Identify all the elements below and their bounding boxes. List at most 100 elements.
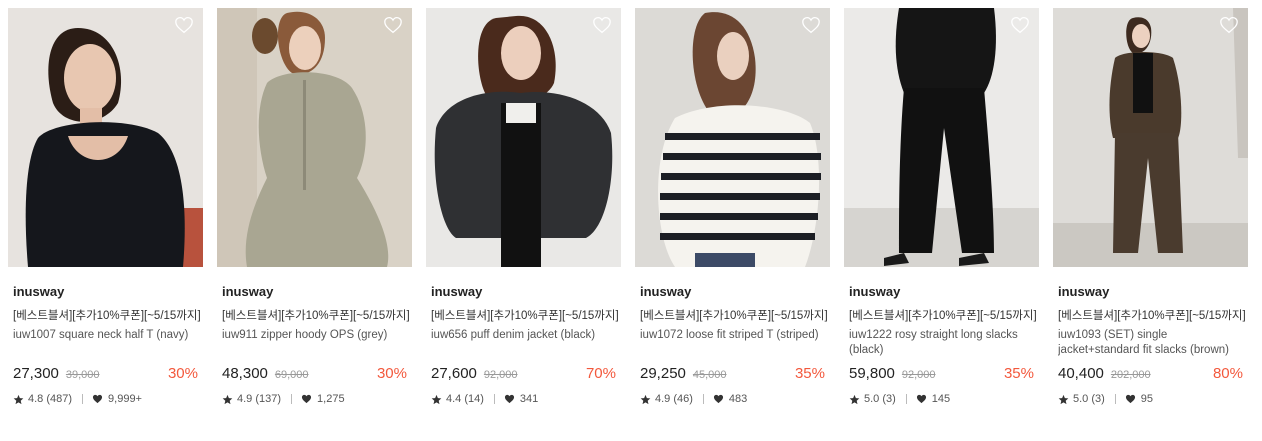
price-row: 29,250 45,000 35%	[640, 365, 825, 385]
heart-outline-icon[interactable]	[1219, 16, 1239, 34]
discount-rate: 35%	[1003, 365, 1034, 382]
like-count: 95	[1140, 393, 1154, 405]
divider	[905, 394, 907, 404]
sale-price: 59,800	[849, 365, 895, 382]
brand-name[interactable]: inusway	[1058, 284, 1248, 300]
product-name[interactable]: iuw1222 rosy straight long slacks (black…	[849, 328, 1035, 359]
star-icon	[13, 394, 24, 404]
product-image[interactable]	[635, 8, 830, 267]
rating-row: 4.8 (487) 9,999+	[13, 391, 203, 407]
product-card[interactable]: inusway [베스트블셔][추가10%쿠폰][~5/15까지] iuw107…	[635, 8, 830, 407]
heart-filled-icon	[92, 394, 103, 404]
product-grid: inusway [베스트블셔][추가10%쿠폰][~5/15까지] iuw100…	[8, 8, 1248, 407]
brand-name[interactable]: inusway	[222, 284, 412, 300]
rating-row: 4.9 (46) 483	[640, 391, 830, 407]
product-image[interactable]	[8, 8, 203, 267]
heart-outline-icon[interactable]	[1010, 16, 1030, 34]
like-count: 483	[728, 393, 748, 405]
price-row: 59,800 92,000 35%	[849, 365, 1034, 385]
like-count: 145	[931, 393, 951, 405]
rating-value: 5.0 (3)	[1073, 393, 1105, 405]
heart-filled-icon	[301, 394, 312, 404]
divider	[1114, 394, 1116, 404]
product-card[interactable]: inusway [베스트블셔][추가10%쿠폰][~5/15까지] iuw911…	[217, 8, 412, 407]
like-count: 1,275	[317, 393, 345, 405]
brand-name[interactable]: inusway	[431, 284, 621, 300]
model-photo	[8, 8, 203, 267]
model-photo	[1053, 8, 1248, 267]
heart-filled-icon	[1125, 394, 1135, 404]
original-price: 92,000	[483, 369, 518, 381]
promo-text[interactable]: [베스트블셔][추가10%쿠폰][~5/15까지]	[431, 309, 619, 324]
discount-rate: 30%	[167, 365, 198, 382]
heart-outline-icon[interactable]	[174, 16, 194, 34]
discount-rate: 80%	[1212, 365, 1243, 382]
price-row: 27,600 92,000 70%	[431, 365, 616, 385]
divider	[82, 394, 84, 404]
brand-name[interactable]: inusway	[640, 284, 830, 300]
discount-rate: 30%	[376, 365, 407, 382]
rating-row: 4.9 (137) 1,275	[222, 391, 412, 407]
model-photo	[217, 8, 412, 267]
product-name[interactable]: iuw911 zipper hoody OPS (grey)	[222, 328, 408, 359]
product-image[interactable]	[844, 8, 1039, 267]
star-icon	[222, 394, 233, 404]
promo-text[interactable]: [베스트블셔][추가10%쿠폰][~5/15까지]	[13, 309, 201, 324]
product-image[interactable]	[426, 8, 621, 267]
product-name[interactable]: iuw1093 (SET) single jacket+standard fit…	[1058, 328, 1244, 359]
rating-value: 4.9 (46)	[655, 393, 693, 405]
discount-rate: 35%	[794, 365, 825, 382]
product-card[interactable]: inusway [베스트블셔][추가10%쿠폰][~5/15까지] iuw656…	[426, 8, 621, 407]
divider	[493, 394, 495, 404]
model-photo	[635, 8, 830, 267]
sale-price: 40,400	[1058, 365, 1104, 382]
original-price: 45,000	[692, 369, 727, 381]
promo-text[interactable]: [베스트블셔][추가10%쿠폰][~5/15까지]	[222, 309, 410, 324]
product-card[interactable]: inusway [베스트블셔][추가10%쿠폰][~5/15까지] iuw122…	[844, 8, 1039, 407]
discount-rate: 70%	[585, 365, 616, 382]
product-image[interactable]	[1053, 8, 1248, 267]
sale-price: 27,300	[13, 365, 59, 382]
original-price: 92,000	[901, 369, 936, 381]
product-name[interactable]: iuw656 puff denim jacket (black)	[431, 328, 617, 359]
rating-value: 4.8 (487)	[28, 393, 73, 405]
product-name[interactable]: iuw1007 square neck half T (navy)	[13, 328, 199, 359]
sale-price: 29,250	[640, 365, 686, 382]
promo-text[interactable]: [베스트블셔][추가10%쿠폰][~5/15까지]	[849, 309, 1037, 324]
promo-text[interactable]: [베스트블셔][추가10%쿠폰][~5/15까지]	[640, 309, 828, 324]
star-icon	[640, 394, 651, 404]
price-row: 48,300 69,000 30%	[222, 365, 407, 385]
heart-outline-icon[interactable]	[383, 16, 403, 34]
heart-filled-icon	[713, 394, 723, 404]
sale-price: 48,300	[222, 365, 268, 382]
heart-outline-icon[interactable]	[801, 16, 821, 34]
rating-value: 4.4 (14)	[446, 393, 484, 405]
brand-name[interactable]: inusway	[849, 284, 1039, 300]
like-count: 341	[519, 393, 539, 405]
star-icon	[431, 394, 442, 404]
brand-name[interactable]: inusway	[13, 284, 203, 300]
product-image[interactable]	[217, 8, 412, 267]
heart-outline-icon[interactable]	[592, 16, 612, 34]
divider	[702, 394, 704, 404]
rating-row: 5.0 (3) 145	[849, 391, 1039, 407]
divider	[291, 394, 293, 404]
rating-value: 4.9 (137)	[237, 393, 282, 405]
price-row: 40,400 202,000 80%	[1058, 365, 1243, 385]
product-card[interactable]: inusway [베스트블셔][추가10%쿠폰][~5/15까지] iuw100…	[8, 8, 203, 407]
price-row: 27,300 39,000 30%	[13, 365, 198, 385]
rating-row: 4.4 (14) 341	[431, 391, 621, 407]
original-price: 69,000	[274, 369, 309, 381]
sale-price: 27,600	[431, 365, 477, 382]
rating-row: 5.0 (3) 95	[1058, 391, 1248, 407]
rating-value: 5.0 (3)	[864, 393, 896, 405]
original-price: 39,000	[65, 369, 100, 381]
model-photo	[426, 8, 621, 267]
promo-text[interactable]: [베스트블셔][추가10%쿠폰][~5/15까지]	[1058, 309, 1246, 324]
product-card[interactable]: inusway [베스트블셔][추가10%쿠폰][~5/15까지] iuw109…	[1053, 8, 1248, 407]
product-name[interactable]: iuw1072 loose fit striped T (striped)	[640, 328, 826, 359]
model-photo	[844, 8, 1039, 267]
heart-filled-icon	[504, 394, 514, 404]
star-icon	[1058, 394, 1069, 404]
like-count: 9,999+	[108, 393, 142, 405]
